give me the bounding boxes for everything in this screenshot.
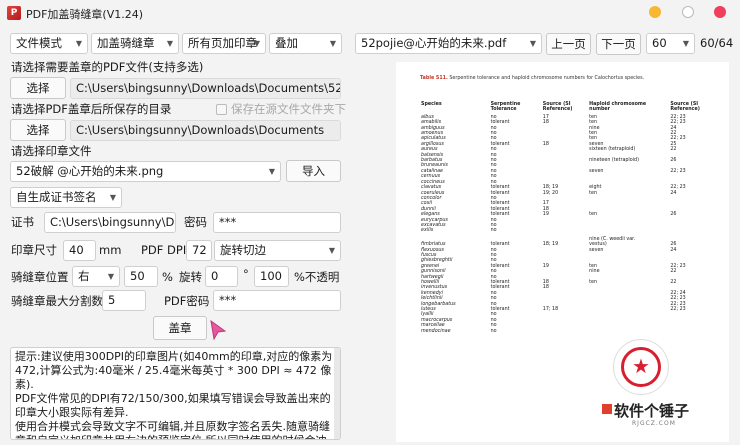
stamp-size-label: 印章尺寸 bbox=[11, 243, 57, 257]
stamp-size-field[interactable]: 40 bbox=[63, 240, 96, 261]
dpi-label: PDF DPI bbox=[141, 243, 187, 257]
cert-mode-select[interactable]: 自生成证书签名 ▼ bbox=[10, 187, 122, 208]
chevron-down-icon: ▼ bbox=[109, 193, 116, 202]
stamp-seal[interactable]: ★ bbox=[614, 340, 668, 394]
pdf-password-label: PDF密码 bbox=[164, 294, 210, 308]
max-split-field[interactable]: 5 bbox=[102, 290, 146, 311]
select-pdf-button[interactable]: 选择 bbox=[10, 77, 66, 99]
save-same-folder-label: 保存在源文件文件夹下 bbox=[231, 102, 346, 116]
stamp-button[interactable]: 盖章 bbox=[153, 316, 207, 340]
rotate-field[interactable]: 0 bbox=[205, 266, 238, 287]
next-page-button[interactable]: 下一页 bbox=[596, 33, 641, 55]
doc-header-cell: Serpentine Tolerance bbox=[490, 102, 521, 113]
page-number-select[interactable]: 60 ▼ bbox=[646, 33, 695, 54]
brand-logo-icon bbox=[602, 404, 612, 414]
app-icon: P bbox=[7, 6, 21, 20]
cert-path-field[interactable]: C:\Users\bingsunny\Downlc bbox=[44, 212, 176, 233]
tips-scrollbar[interactable] bbox=[334, 348, 340, 439]
stamp-file-label: 请选择印章文件 bbox=[11, 144, 92, 158]
chevron-down-icon: ▼ bbox=[329, 39, 336, 48]
brand-url: RJGCZ.COM bbox=[632, 420, 676, 427]
chevron-down-icon: ▼ bbox=[253, 39, 260, 48]
doc-table-cell bbox=[588, 329, 669, 334]
tip-line: PDF文件常见的DPI有72/150/300,如果填写错误会导致盖出来的印章大小… bbox=[15, 392, 331, 419]
select-pdf-label: 请选择需要盖章的PDF文件(支持多选) bbox=[11, 60, 204, 74]
pages-select[interactable]: 所有页加印章 ▼ bbox=[182, 33, 266, 54]
title-bar: P PDF加盖骑缝章(V1.24) bbox=[0, 0, 740, 26]
doc-table-cell bbox=[669, 329, 710, 334]
tip-line: 提示:建议使用300DPI的印章图片(如40mm的印章,对应的像素为472,计算… bbox=[15, 350, 333, 391]
position-select[interactable]: 右 ▼ bbox=[72, 266, 120, 287]
degree-label: ° bbox=[243, 267, 249, 281]
overlay-select[interactable]: 叠加 ▼ bbox=[269, 33, 342, 54]
doc-table-cell: no bbox=[490, 328, 497, 334]
prev-page-button[interactable]: 上一页 bbox=[546, 33, 591, 55]
percent-label: % bbox=[162, 270, 173, 284]
tip-line: 使用合并模式会导致文字不可编辑,并且原数字签名丢失.随意骑缝章和自定义加印章共用… bbox=[15, 420, 330, 439]
max-split-label: 骑缝章最大分割数 bbox=[11, 294, 103, 308]
doc-table-row: mendocinae no bbox=[420, 329, 710, 334]
mode-select[interactable]: 文件模式 ▼ bbox=[10, 33, 88, 54]
password-field[interactable]: *** bbox=[213, 212, 341, 233]
pdf-preview[interactable]: Table S11. Serpentine tolerance and hapl… bbox=[396, 62, 729, 442]
close-button[interactable] bbox=[714, 6, 726, 18]
rotate-cut-select[interactable]: 旋转切边 ▼ bbox=[214, 240, 341, 261]
save-same-folder-checkbox[interactable] bbox=[216, 104, 227, 115]
doc-table: Species Serpentine Tolerance Source (SI Re… bbox=[420, 102, 710, 334]
window-title: PDF加盖骑缝章(V1.24) bbox=[26, 8, 144, 21]
tips-textarea[interactable]: 提示:建议使用300DPI的印章图片(如40mm的印章,对应的像素为472,计算… bbox=[10, 347, 341, 440]
position-label: 骑缝章位置 bbox=[11, 270, 69, 284]
doc-header-cell: Source (SI Reference) bbox=[670, 102, 700, 113]
maximize-button[interactable] bbox=[682, 6, 694, 18]
doc-header-cell: Haploid chromosome number bbox=[589, 102, 647, 113]
save-dir-label: 请选择PDF盖章后所保存的目录 bbox=[11, 102, 172, 116]
cert-label: 证书 bbox=[11, 215, 34, 229]
save-dir-path-field[interactable]: C:\Users\bingsunny\Downloads\Documents bbox=[70, 120, 341, 141]
chevron-down-icon: ▼ bbox=[75, 39, 82, 48]
chevron-down-icon: ▼ bbox=[268, 167, 275, 176]
doc-header-cell: Species bbox=[421, 102, 442, 107]
import-button[interactable]: 导入 bbox=[286, 160, 341, 182]
star-icon: ★ bbox=[632, 354, 650, 378]
doc-caption: Table S11. Serpentine tolerance and hapl… bbox=[420, 76, 645, 81]
dpi-field[interactable]: 72 bbox=[186, 240, 212, 261]
seal-ring: ★ bbox=[621, 347, 661, 387]
opacity-field[interactable]: 100 bbox=[254, 266, 289, 287]
position-percent-field[interactable]: 50 bbox=[124, 266, 158, 287]
current-file-select[interactable]: 52pojie@心开始的未来.pdf ▼ bbox=[355, 33, 542, 54]
rotate-label: 旋转 bbox=[179, 270, 202, 284]
doc-table-cell: mendocinae bbox=[421, 328, 451, 334]
unit-mm-label: mm bbox=[99, 243, 122, 257]
doc-header-cell: Source (SI Reference) bbox=[542, 102, 573, 113]
cursor-icon bbox=[210, 320, 227, 340]
brand-name: 软件个锤子 bbox=[614, 402, 690, 420]
chevron-down-icon: ▼ bbox=[328, 246, 335, 255]
stamp-file-select[interactable]: 52破解 @心开始的未来.png ▼ bbox=[10, 161, 281, 182]
password-label: 密码 bbox=[184, 215, 207, 229]
select-save-dir-button[interactable]: 选择 bbox=[10, 119, 66, 141]
chevron-down-icon: ▼ bbox=[107, 272, 114, 281]
minimize-button[interactable] bbox=[649, 6, 661, 18]
page-indicator: 60/64 bbox=[700, 36, 734, 50]
chevron-down-icon: ▼ bbox=[529, 39, 536, 48]
chevron-down-icon: ▼ bbox=[682, 39, 689, 48]
chevron-down-icon: ▼ bbox=[166, 39, 173, 48]
doc-table-cell bbox=[542, 329, 588, 334]
pdf-path-field[interactable]: C:\Users\bingsunny\Downloads\Documents\5… bbox=[70, 78, 341, 99]
seal-type-select[interactable]: 加盖骑缝章 ▼ bbox=[91, 33, 179, 54]
opacity-label: %不透明 bbox=[294, 270, 340, 284]
pdf-password-field[interactable]: *** bbox=[213, 290, 341, 311]
